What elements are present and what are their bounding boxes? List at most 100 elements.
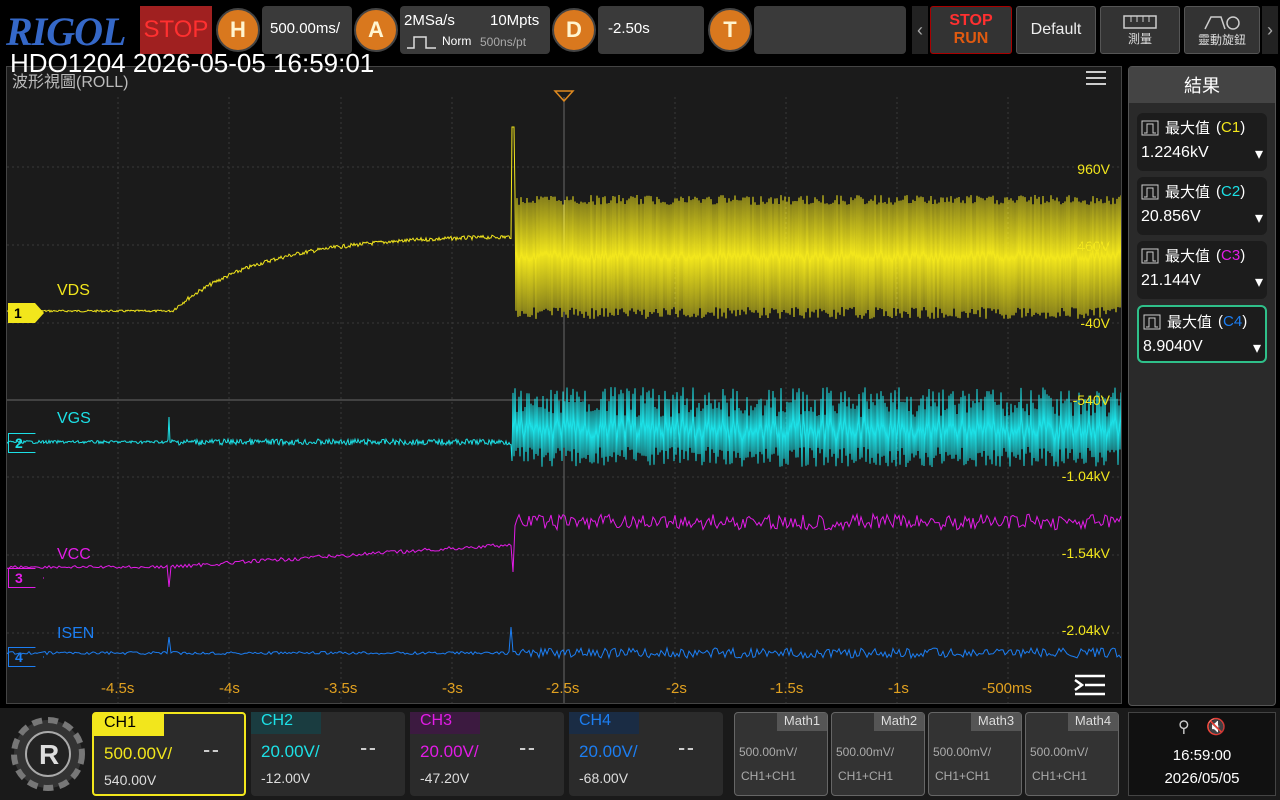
ch1-name-label: VDS bbox=[57, 282, 90, 299]
ch3-scale: 20.00V/ bbox=[420, 742, 479, 761]
result-item-c2[interactable]: 最大值 (C2) 20.856V ▾ bbox=[1137, 177, 1267, 235]
result-label: 最大值 bbox=[1165, 184, 1211, 201]
math2-scale: 500.00mV/ bbox=[836, 745, 895, 759]
acquire-button[interactable]: A bbox=[354, 8, 398, 52]
chevron-down-icon[interactable]: ▾ bbox=[1253, 338, 1261, 358]
math2-box[interactable]: Math2 500.00mV/ CH1+CH1 bbox=[831, 712, 925, 796]
timebase-value: 500.00ms/ bbox=[270, 20, 341, 37]
result-source: C2 bbox=[1221, 183, 1241, 200]
volt-label: -540V bbox=[1072, 392, 1110, 408]
coupling-icon bbox=[361, 748, 375, 754]
trigger-box[interactable] bbox=[754, 6, 906, 54]
time-label: -1s bbox=[888, 680, 909, 697]
waveform-grid bbox=[7, 90, 1121, 703]
ch1-offset: 540.00V bbox=[104, 772, 157, 788]
run-state-indicator[interactable]: STOP bbox=[140, 6, 212, 54]
timebase-box[interactable]: 500.00ms/ bbox=[262, 6, 352, 54]
math3-source: CH1+CH1 bbox=[935, 769, 991, 783]
chevron-down-icon[interactable]: ▾ bbox=[1255, 272, 1263, 292]
speaker-mute-icon[interactable]: 🔇 bbox=[1206, 719, 1226, 736]
coupling-icon bbox=[520, 748, 534, 754]
rigol-menu-gear-icon[interactable]: R bbox=[8, 714, 88, 794]
time-per-point: 500ns/pt bbox=[480, 35, 527, 49]
ch4-offset: -68.00V bbox=[579, 770, 629, 786]
ch1-scale: 500.00V/ bbox=[104, 744, 173, 763]
volt-label: -1.54kV bbox=[1061, 545, 1110, 561]
math1-box[interactable]: Math1 500.00mV/ CH1+CH1 bbox=[734, 712, 828, 796]
run-stop-button[interactable]: STOP RUN bbox=[930, 6, 1012, 54]
ch3-settings-box[interactable]: CH3 20.00V/ -47.20V bbox=[410, 712, 564, 796]
ch2-header: CH2 bbox=[251, 712, 321, 734]
chevron-down-icon[interactable]: ▾ bbox=[1255, 144, 1263, 164]
result-item-c4[interactable]: 最大值 (C4) 8.9040V ▾ bbox=[1137, 305, 1267, 363]
volt-label: -1.04kV bbox=[1061, 468, 1110, 484]
time-label: -4s bbox=[219, 680, 240, 697]
clock-date: 2026/05/05 bbox=[1164, 770, 1240, 787]
delay-value: -2.50s bbox=[608, 20, 650, 37]
time-label: -3s bbox=[442, 680, 463, 697]
collapse-menu-icon[interactable] bbox=[1073, 673, 1107, 697]
result-label: 最大值 bbox=[1165, 120, 1211, 137]
acquire-box[interactable]: 2MSa/s 10Mpts Norm 500ns/pt bbox=[400, 6, 550, 54]
max-measure-icon bbox=[1141, 120, 1159, 135]
math3-box[interactable]: Math3 500.00mV/ CH1+CH1 bbox=[928, 712, 1022, 796]
coupling-icon bbox=[204, 750, 218, 756]
result-value: 1.2246kV bbox=[1141, 144, 1209, 161]
max-measure-icon bbox=[1141, 248, 1159, 263]
ch3-header: CH3 bbox=[410, 712, 480, 734]
ch1-header: CH1 bbox=[94, 714, 164, 736]
max-measure-icon bbox=[1143, 314, 1161, 329]
math4-source: CH1+CH1 bbox=[1032, 769, 1088, 783]
result-item-c3[interactable]: 最大值 (C3) 21.144V ▾ bbox=[1137, 241, 1267, 299]
ch2-settings-box[interactable]: CH2 20.00V/ -12.00V bbox=[251, 712, 405, 796]
ch1-settings-box[interactable]: CH1 500.00V/ 540.00V bbox=[92, 712, 246, 796]
math4-header: Math4 bbox=[1068, 713, 1118, 731]
trigger-button[interactable]: T bbox=[708, 8, 752, 52]
math3-header: Math3 bbox=[971, 713, 1021, 731]
chevron-down-icon[interactable]: ▾ bbox=[1255, 208, 1263, 228]
menu-icon[interactable] bbox=[1086, 70, 1106, 86]
time-label: -2.5s bbox=[546, 680, 580, 697]
knob-button[interactable]: 靈動旋鈕 bbox=[1184, 6, 1260, 54]
acq-mode: Norm bbox=[442, 34, 472, 48]
waveform-display[interactable] bbox=[6, 66, 1122, 704]
result-source: C3 bbox=[1221, 247, 1241, 264]
scroll-left-icon[interactable]: ‹ bbox=[912, 6, 928, 54]
time-label: -1.5s bbox=[770, 680, 804, 697]
ch4-settings-box[interactable]: CH4 20.00V/ -68.00V bbox=[569, 712, 723, 796]
time-label: -4.5s bbox=[101, 680, 135, 697]
result-item-c1[interactable]: 最大值 (C1) 1.2246kV ▾ bbox=[1137, 113, 1267, 171]
volt-label: -40V bbox=[1080, 315, 1110, 331]
scroll-right-icon[interactable]: › bbox=[1262, 6, 1278, 54]
math2-source: CH1+CH1 bbox=[838, 769, 894, 783]
math4-box[interactable]: Math4 500.00mV/ CH1+CH1 bbox=[1025, 712, 1119, 796]
ch3-offset: -47.20V bbox=[420, 770, 470, 786]
horizontal-button[interactable]: H bbox=[216, 8, 260, 52]
svg-text:R: R bbox=[39, 739, 59, 770]
time-label: -500ms bbox=[982, 680, 1033, 697]
delay-button[interactable]: D bbox=[552, 8, 596, 52]
knob-icon bbox=[1204, 15, 1240, 30]
usb-icon: ⚲ bbox=[1177, 719, 1190, 736]
coupling-icon bbox=[679, 748, 693, 754]
clock-time: 16:59:00 bbox=[1172, 747, 1232, 764]
default-button[interactable]: Default bbox=[1016, 6, 1096, 54]
delay-box[interactable]: -2.50s bbox=[598, 6, 704, 54]
result-value: 8.9040V bbox=[1143, 338, 1203, 355]
knob-label: 靈動旋鈕 bbox=[1197, 32, 1246, 47]
ch4-scale: 20.00V/ bbox=[579, 742, 638, 761]
math1-scale: 500.00mV/ bbox=[739, 745, 798, 759]
clock-panel: ⚲ 🔇 16:59:00 2026/05/05 bbox=[1128, 712, 1276, 796]
volt-label: 460V bbox=[1077, 238, 1110, 254]
memory-depth: 10Mpts bbox=[490, 12, 540, 29]
default-label: Default bbox=[1030, 21, 1082, 38]
time-label: -2s bbox=[666, 680, 687, 697]
ch2-offset: -12.00V bbox=[261, 770, 311, 786]
math4-scale: 500.00mV/ bbox=[1030, 745, 1089, 759]
time-label: -3.5s bbox=[324, 680, 358, 697]
result-source: C4 bbox=[1223, 313, 1243, 330]
measure-button[interactable]: 測量 bbox=[1100, 6, 1180, 54]
result-label: 最大值 bbox=[1167, 314, 1213, 331]
view-label: 波形視圖(ROLL) bbox=[12, 74, 129, 91]
math1-source: CH1+CH1 bbox=[741, 769, 797, 783]
